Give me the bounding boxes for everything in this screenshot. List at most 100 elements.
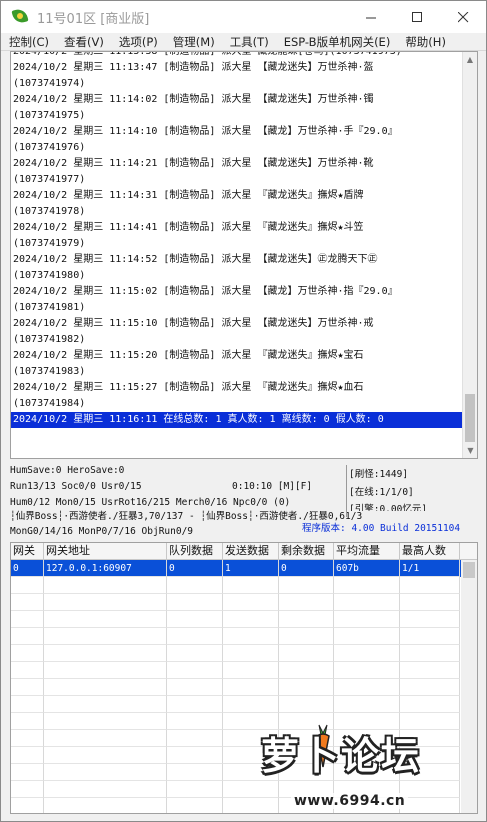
empty-cell xyxy=(279,679,334,696)
log-line-selected[interactable]: 2024/10/2 星期三 11:16:11 在线总数: 1 真人数: 1 离线… xyxy=(11,412,463,428)
log-line[interactable]: 2024/10/2 星期三 11:15:02 [制造物品] 派大星 【藏龙】万世… xyxy=(11,284,463,300)
log-line[interactable]: (1073741974) xyxy=(11,76,463,92)
empty-cell xyxy=(223,628,279,645)
scroll-down-icon[interactable]: ▼ xyxy=(463,443,477,458)
col-traffic[interactable]: 平均流量 xyxy=(334,543,400,559)
empty-table-row[interactable] xyxy=(11,611,477,628)
col-sent[interactable]: 发送数据 xyxy=(223,543,279,559)
empty-cell xyxy=(44,611,167,628)
empty-cell xyxy=(279,696,334,713)
table-scroll-thumb[interactable] xyxy=(463,562,475,578)
status-online: [在线:1/1/0] xyxy=(349,487,414,498)
server-window: 11号01区 [商业版] 控制(C) 查看(V) 选项(P) 管理(M) 工具(… xyxy=(0,0,487,822)
maximize-button[interactable] xyxy=(394,1,440,33)
log-line[interactable]: (1073741981) xyxy=(11,300,463,316)
empty-cell xyxy=(400,662,460,679)
log-line[interactable]: 2024/10/2 星期三 11:14:02 [制造物品] 派大星 【藏龙迷失】… xyxy=(11,92,463,108)
table-header: 网关 网关地址 队列数据 发送数据 剩余数据 平均流量 最高人数 xyxy=(11,543,477,560)
menu-gateway[interactable]: ESP-B版单机网关(E) xyxy=(276,34,398,50)
log-line[interactable]: 2024/10/2 星期三 11:13:47 [制造物品] 派大星 【藏龙迷失】… xyxy=(11,60,463,76)
empty-cell xyxy=(11,747,44,764)
empty-cell xyxy=(11,662,44,679)
log-line[interactable]: 2024/10/2 星期三 11:14:31 [制造物品] 派大星 『藏龙迷失』… xyxy=(11,188,463,204)
log-line[interactable]: (1073741978) xyxy=(11,204,463,220)
log-panel[interactable]: 2024/10/2 星期三 11:13:38 [制造物品] 派大星 藏龙龍珠[苍… xyxy=(10,51,478,459)
menu-options[interactable]: 选项(P) xyxy=(111,34,165,50)
empty-cell xyxy=(167,730,223,747)
col-address[interactable]: 网关地址 xyxy=(44,543,167,559)
menu-help[interactable]: 帮助(H) xyxy=(397,34,453,50)
log-scroll-thumb[interactable] xyxy=(465,394,475,442)
empty-cell xyxy=(11,645,44,662)
log-line[interactable]: 2024/10/2 星期三 11:14:21 [制造物品] 派大星 【藏龙迷失】… xyxy=(11,156,463,172)
status-version: 程序版本: 4.00 Build 20151104 xyxy=(302,523,461,534)
empty-cell xyxy=(400,696,460,713)
empty-cell xyxy=(44,628,167,645)
empty-cell xyxy=(223,611,279,628)
cell-address: 127.0.0.1:60907 xyxy=(44,560,167,577)
empty-table-row[interactable] xyxy=(11,662,477,679)
empty-cell xyxy=(223,645,279,662)
log-line[interactable]: 2024/10/2 星期三 11:15:10 [制造物品] 派大星 【藏龙迷失】… xyxy=(11,316,463,332)
minimize-button[interactable] xyxy=(348,1,394,33)
empty-cell xyxy=(279,662,334,679)
empty-cell xyxy=(334,645,400,662)
scroll-up-icon[interactable]: ▲ xyxy=(463,52,477,67)
log-line[interactable]: 2024/10/2 星期三 11:14:52 [制造物品] 派大星 【藏龙迷失】… xyxy=(11,252,463,268)
empty-table-row[interactable] xyxy=(11,645,477,662)
empty-table-row[interactable] xyxy=(11,577,477,594)
status-run: Run13/13 Soc0/0 Usr0/15 xyxy=(10,481,142,492)
empty-cell xyxy=(44,645,167,662)
close-button[interactable] xyxy=(440,1,486,33)
menu-control[interactable]: 控制(C) xyxy=(1,34,56,50)
log-line[interactable]: (1073741977) xyxy=(11,172,463,188)
col-gateway[interactable]: 网关 xyxy=(11,543,44,559)
log-line[interactable]: 2024/10/2 星期三 11:14:10 [制造物品] 派大星 【藏龙】万世… xyxy=(11,124,463,140)
log-line[interactable]: 2024/10/2 星期三 11:15:20 [制造物品] 派大星 『藏龙迷失』… xyxy=(11,348,463,364)
empty-cell xyxy=(167,679,223,696)
empty-cell xyxy=(44,577,167,594)
empty-table-row[interactable] xyxy=(11,628,477,645)
empty-cell xyxy=(167,798,223,813)
title-bar[interactable]: 11号01区 [商业版] xyxy=(1,1,486,33)
empty-cell xyxy=(44,713,167,730)
table-row[interactable]: 0 127.0.0.1:60907 0 1 0 607b 1/1 xyxy=(11,560,477,577)
minimize-icon xyxy=(365,17,376,18)
empty-cell xyxy=(334,594,400,611)
empty-cell xyxy=(334,628,400,645)
log-line[interactable]: (1073741979) xyxy=(11,236,463,252)
empty-cell xyxy=(167,696,223,713)
empty-cell xyxy=(167,577,223,594)
menu-view[interactable]: 查看(V) xyxy=(56,34,111,50)
cell-remaining: 0 xyxy=(279,560,334,577)
log-line[interactable]: 2024/10/2 星期三 11:15:27 [制造物品] 派大星 『藏龙迷失』… xyxy=(11,380,463,396)
log-line[interactable]: (1073741976) xyxy=(11,140,463,156)
empty-cell xyxy=(334,662,400,679)
log-line[interactable]: (1073741983) xyxy=(11,364,463,380)
log-line[interactable]: (1073741975) xyxy=(11,108,463,124)
log-line[interactable]: (1073741980) xyxy=(11,268,463,284)
status-save: HumSave:0 HeroSave:0 xyxy=(10,465,125,476)
empty-cell xyxy=(223,662,279,679)
empty-cell xyxy=(11,713,44,730)
col-max-users[interactable]: 最高人数 xyxy=(400,543,460,559)
empty-cell xyxy=(44,696,167,713)
empty-table-row[interactable] xyxy=(11,679,477,696)
col-queue[interactable]: 队列数据 xyxy=(167,543,223,559)
log-line[interactable]: 2024/10/2 星期三 11:14:41 [制造物品] 派大星 『藏龙迷失』… xyxy=(11,220,463,236)
empty-cell xyxy=(11,611,44,628)
menu-manage[interactable]: 管理(M) xyxy=(165,34,222,50)
log-line[interactable]: 2024/10/2 星期三 11:13:38 [制造物品] 派大星 藏龙龍珠[苍… xyxy=(11,52,463,60)
log-line[interactable]: (1073741984) xyxy=(11,396,463,412)
window-title: 11号01区 [商业版] xyxy=(37,11,150,27)
empty-cell xyxy=(44,594,167,611)
empty-cell xyxy=(334,577,400,594)
empty-table-row[interactable] xyxy=(11,594,477,611)
empty-table-row[interactable] xyxy=(11,696,477,713)
empty-cell xyxy=(167,611,223,628)
menu-bar: 控制(C) 查看(V) 选项(P) 管理(M) 工具(T) ESP-B版单机网关… xyxy=(1,33,486,51)
col-remaining[interactable]: 剩余数据 xyxy=(279,543,334,559)
menu-tools[interactable]: 工具(T) xyxy=(222,34,276,50)
log-line[interactable]: (1073741982) xyxy=(11,332,463,348)
log-scrollbar[interactable]: ▲ ▼ xyxy=(462,52,477,458)
